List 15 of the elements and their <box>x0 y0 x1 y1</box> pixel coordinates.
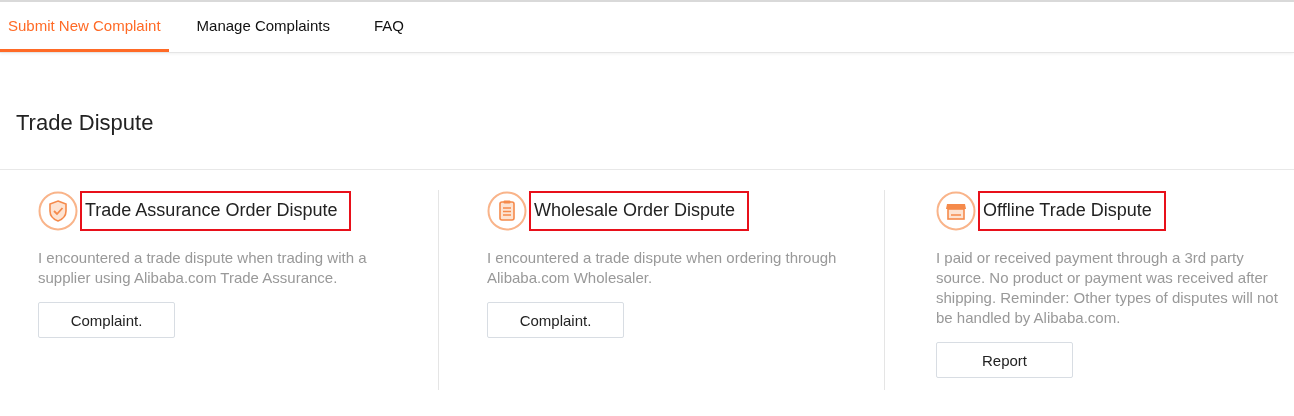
card-title: Offline Trade Dispute <box>978 191 1166 231</box>
card-description: I encountered a trade dispute when ordering through Alibaba.com Wholesaler. <box>487 248 838 288</box>
action-button[interactable]: Report <box>936 342 1073 378</box>
tab[interactable]: Manage Complaints <box>188 2 338 52</box>
card-title: Trade Assurance Order Dispute <box>80 191 352 231</box>
clipboard-icon <box>487 191 527 231</box>
shield-icon <box>38 191 78 231</box>
card-description: I paid or received payment through a 3rd party source. No product or payment was received after shipping. Reminder: Other types of disputes will not be handled by Alibaba.com. <box>936 248 1279 328</box>
tab[interactable]: FAQ <box>365 2 412 52</box>
card-description: I encountered a trade dispute when trading with a supplier using Alibaba.com Trade Assurance. <box>38 248 368 288</box>
store-icon <box>936 191 976 231</box>
card-title: Wholesale Order Dispute <box>529 191 750 231</box>
action-button[interactable]: Complaint. <box>487 302 624 338</box>
action-button[interactable]: Complaint. <box>38 302 175 338</box>
section-title: Trade Dispute <box>0 53 1294 170</box>
